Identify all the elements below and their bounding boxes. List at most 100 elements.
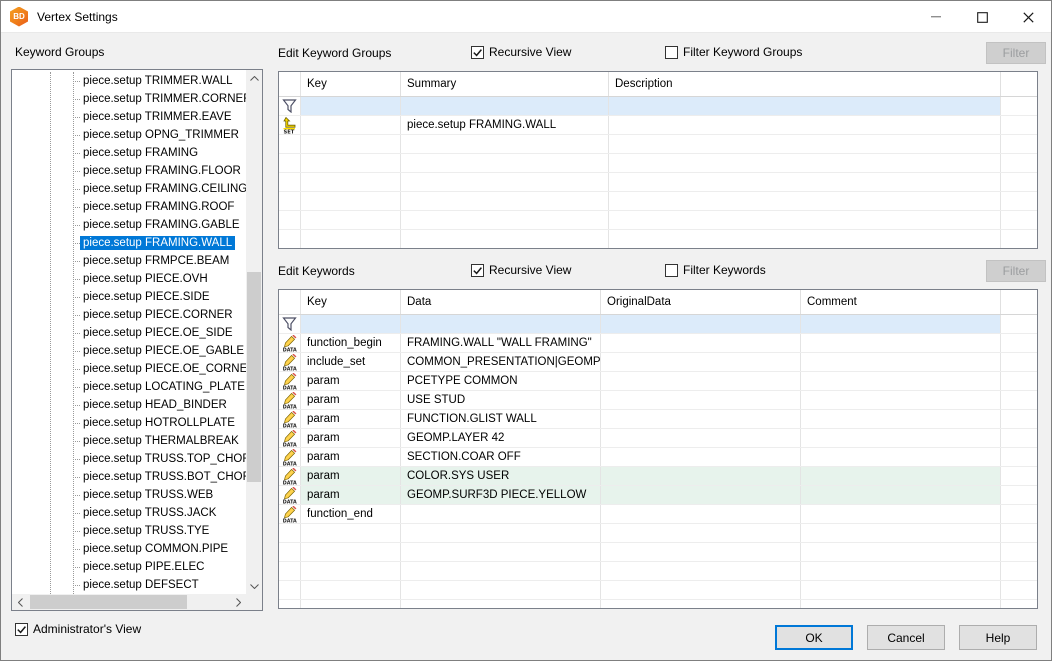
- tree-vertical-scrollbar[interactable]: [246, 70, 262, 594]
- table-row[interactable]: [279, 97, 1037, 116]
- tree-item[interactable]: piece.setup LOCATING_PLATE: [12, 378, 246, 396]
- row-icon-cell[interactable]: [279, 600, 301, 609]
- cell-originaldata[interactable]: [601, 486, 801, 504]
- cell-key[interactable]: [301, 173, 401, 191]
- row-icon-cell[interactable]: [279, 581, 301, 599]
- cell-key[interactable]: param: [301, 429, 401, 447]
- tree-item-label[interactable]: piece.setup DEFSECT: [80, 578, 202, 592]
- tree-item[interactable]: piece.setup FRAMING: [12, 144, 246, 162]
- tree-item[interactable]: piece.setup TRUSS.BOT_CHORD: [12, 468, 246, 486]
- table-row[interactable]: DATAfunction_end: [279, 505, 1037, 524]
- table-row[interactable]: DATAfunction_beginFRAMING.WALL "WALL FRA…: [279, 334, 1037, 353]
- tree-horizontal-scrollbar[interactable]: [12, 594, 246, 610]
- cell-data[interactable]: COLOR.SYS USER: [401, 467, 601, 485]
- cell-key[interactable]: param: [301, 467, 401, 485]
- cell-description[interactable]: [609, 135, 1001, 153]
- cell-originaldata[interactable]: [601, 543, 801, 561]
- column-header-comment[interactable]: Comment: [801, 290, 1001, 314]
- cell-data[interactable]: [401, 581, 601, 599]
- row-icon-cell[interactable]: [279, 135, 301, 153]
- row-icon-cell[interactable]: DATA: [279, 391, 301, 409]
- tree-item[interactable]: piece.setup FRMPCE.BEAM: [12, 252, 246, 270]
- cell-key[interactable]: [301, 543, 401, 561]
- table-empty-row[interactable]: [279, 543, 1037, 562]
- cell-key[interactable]: [301, 581, 401, 599]
- checkbox-box[interactable]: [471, 46, 484, 59]
- cell-comment[interactable]: [801, 334, 1001, 352]
- cell-comment[interactable]: [801, 429, 1001, 447]
- table-row[interactable]: DATAinclude_setCOMMON_PRESENTATION|GEOMP…: [279, 353, 1037, 372]
- row-icon-cell[interactable]: [279, 315, 301, 333]
- cell-key[interactable]: function_end: [301, 505, 401, 523]
- row-icon-cell[interactable]: [279, 524, 301, 542]
- table-row[interactable]: DATAparamPCETYPE COMMON: [279, 372, 1037, 391]
- table-empty-row[interactable]: [279, 211, 1037, 230]
- row-icon-cell[interactable]: DATA: [279, 334, 301, 352]
- checkbox-box[interactable]: [665, 264, 678, 277]
- cell-key[interactable]: [301, 135, 401, 153]
- row-icon-cell[interactable]: DATA: [279, 410, 301, 428]
- tree-item[interactable]: piece.setup TRIMMER.EAVE: [12, 108, 246, 126]
- tree-item-label[interactable]: piece.setup TRUSS.BOT_CHORD: [80, 470, 246, 484]
- table-empty-row[interactable]: [279, 192, 1037, 211]
- tree-item-label[interactable]: piece.setup FRAMING.FLOOR: [80, 164, 244, 178]
- scroll-left-arrow[interactable]: [12, 594, 28, 610]
- cell-comment[interactable]: [801, 543, 1001, 561]
- cell-key[interactable]: param: [301, 486, 401, 504]
- cell-comment[interactable]: [801, 505, 1001, 523]
- administrators-view-checkbox[interactable]: Administrator's View: [15, 622, 141, 636]
- table-row[interactable]: [279, 315, 1037, 334]
- table-empty-row[interactable]: [279, 562, 1037, 581]
- cell-key[interactable]: [301, 211, 401, 229]
- cell-comment[interactable]: [801, 486, 1001, 504]
- cell-originaldata[interactable]: [601, 600, 801, 609]
- cell-summary[interactable]: [401, 135, 609, 153]
- tree-item-label[interactable]: piece.setup FRAMING.WALL: [80, 236, 235, 250]
- cell-key[interactable]: [301, 600, 401, 609]
- cell-comment[interactable]: [801, 600, 1001, 609]
- filter-keywords-checkbox[interactable]: Filter Keywords: [665, 263, 766, 277]
- cell-summary[interactable]: [401, 230, 609, 248]
- row-icon-cell[interactable]: [279, 173, 301, 191]
- cell-data[interactable]: FUNCTION.GLIST WALL: [401, 410, 601, 428]
- tree-item[interactable]: piece.setup TRUSS.TOP_CHORD: [12, 450, 246, 468]
- tree-item-label[interactable]: piece.setup HEAD_BINDER: [80, 398, 230, 412]
- table-row[interactable]: DATAparamGEOMP.LAYER 42: [279, 429, 1037, 448]
- cell-key[interactable]: [301, 154, 401, 172]
- tree-item-label[interactable]: piece.setup HOTROLLPLATE: [80, 416, 238, 430]
- cell-key[interactable]: [301, 116, 401, 134]
- cell-comment[interactable]: [801, 391, 1001, 409]
- cell-comment[interactable]: [801, 315, 1001, 333]
- scroll-down-arrow[interactable]: [246, 578, 262, 594]
- row-icon-cell[interactable]: [279, 562, 301, 580]
- column-header-key[interactable]: Key: [301, 72, 401, 96]
- tree-item[interactable]: piece.setup TRUSS.JACK: [12, 504, 246, 522]
- tree-item[interactable]: piece.setup COMMON.PIPE: [12, 540, 246, 558]
- cell-data[interactable]: [401, 524, 601, 542]
- tree-item[interactable]: piece.setup PIECE.OVH: [12, 270, 246, 288]
- tree-item[interactable]: piece.setup FRAMING.WALL: [12, 234, 246, 252]
- cell-summary[interactable]: [401, 211, 609, 229]
- tree-item[interactable]: piece.setup FRAMING.ROOF: [12, 198, 246, 216]
- help-button[interactable]: Help: [959, 625, 1037, 650]
- cell-key[interactable]: param: [301, 372, 401, 390]
- table-row[interactable]: SETpiece.setup FRAMING.WALL: [279, 116, 1037, 135]
- table-empty-row[interactable]: [279, 600, 1037, 609]
- tree-item-label[interactable]: piece.setup PIECE.OE_SIDE: [80, 326, 236, 340]
- cell-data[interactable]: [401, 600, 601, 609]
- cell-originaldata[interactable]: [601, 429, 801, 447]
- cell-data[interactable]: [401, 562, 601, 580]
- checkbox-box[interactable]: [471, 264, 484, 277]
- checkbox-box[interactable]: [665, 46, 678, 59]
- cell-description[interactable]: [609, 211, 1001, 229]
- row-icon-cell[interactable]: DATA: [279, 448, 301, 466]
- cell-comment[interactable]: [801, 467, 1001, 485]
- cell-key[interactable]: function_begin: [301, 334, 401, 352]
- tree-item[interactable]: piece.setup THERMALBREAK: [12, 432, 246, 450]
- tree-item[interactable]: piece.setup PIECE.OE_SIDE: [12, 324, 246, 342]
- filter-keyword-groups-checkbox[interactable]: Filter Keyword Groups: [665, 45, 802, 59]
- tree-item-label[interactable]: piece.setup THERMALBREAK: [80, 434, 242, 448]
- recursive-view-checkbox-groups[interactable]: Recursive View: [471, 45, 571, 59]
- tree-item-label[interactable]: piece.setup PIECE.OVH: [80, 272, 211, 286]
- cell-key[interactable]: param: [301, 410, 401, 428]
